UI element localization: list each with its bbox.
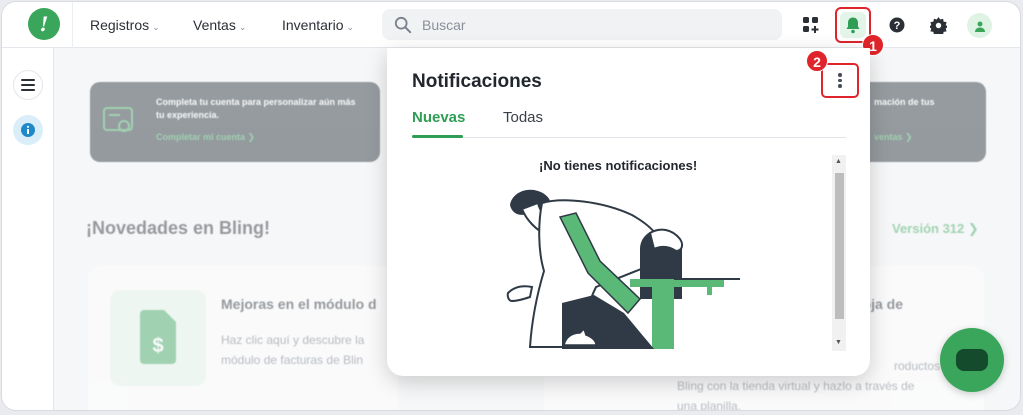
svg-text:$: $ [152,335,163,357]
info-icon [21,123,35,137]
version-link[interactable]: Versión 312 ❯ [892,221,979,237]
chat-icon [956,349,988,371]
bell-icon-bg [840,12,866,38]
scroll-thumb[interactable] [835,173,844,319]
news-card-desc: Bling con la tienda virtual y hazlo a tr… [677,379,915,393]
chevron-down-icon: ⌄ [152,22,160,32]
banner-link[interactable]: Completar mi cuenta ❯ [156,132,255,143]
profile-card-icon [103,107,133,132]
news-card-title: Mejoras en el módulo d [221,296,377,312]
step-badge-2: 2 [806,50,828,72]
user-avatar[interactable] [967,13,992,38]
banner-complete-account[interactable]: Completa tu cuenta para personalizar aún… [90,82,380,162]
top-bar: ! Registros⌄ Ventas⌄ Inventario⌄ 1 ? [2,2,1020,56]
info-button[interactable] [13,115,43,145]
banner-text: mación de tus [874,97,935,107]
user-icon [974,21,985,32]
news-card-invoices[interactable]: $ Mejoras en el módulo d Haz clic aquí y… [88,266,398,410]
nav-label: Registros [90,17,150,33]
nav-label: Inventario [282,17,344,33]
news-card-desc: módulo de facturas de Blin [221,353,364,367]
tab-todas[interactable]: Todas [503,109,543,126]
nav-inventario[interactable]: Inventario ⌄ [282,17,354,33]
banner-link[interactable]: ventas ❯ [874,132,913,143]
invoice-icon: $ [110,290,206,386]
chevron-down-icon: ⌄ [346,22,355,32]
news-card-desc: Haz clic aquí y descubre la [221,333,365,347]
panel-title: Notificaciones [412,71,542,92]
banner-text: Completa tu cuenta para personalizar aún… [156,97,356,120]
search-input[interactable] [422,13,762,36]
menu-button[interactable] [13,70,43,100]
tab-nuevas[interactable]: Nuevas [412,109,465,126]
nav-label: Ventas [193,17,236,33]
search-box[interactable] [382,9,782,40]
tabs-divider [412,137,846,138]
chat-button[interactable] [940,328,1004,392]
divider [72,2,73,48]
app-window: ! Registros⌄ Ventas⌄ Inventario⌄ 1 ? [2,2,1020,410]
empty-message: ¡No tienes notificaciones! [539,158,698,173]
left-rail [2,48,54,410]
scroll-up-arrow[interactable]: ▲ [835,158,842,165]
chevron-down-icon: ⌄ [238,22,247,32]
svg-text:?: ? [894,20,901,32]
more-options-button[interactable] [821,63,859,98]
kebab-dot [838,84,842,88]
empty-state-illustration [506,189,740,349]
kebab-dot [838,78,842,83]
scroll-down-arrow[interactable]: ▼ [835,339,842,346]
active-tab-indicator [412,135,463,138]
scrollbar[interactable]: ▲ ▼ [832,155,846,351]
kebab-dot [838,73,842,77]
nav-registros[interactable]: Registros ⌄ [90,17,160,33]
bling-logo[interactable]: ! [28,8,60,40]
help-icon[interactable]: ? [886,14,908,36]
apps-icon[interactable] [800,14,822,36]
section-title: ¡Novedades en Bling! [86,218,271,238]
nav-ventas[interactable]: Ventas ⌄ [193,17,246,33]
news-card-desc: una planilla. [677,399,742,410]
notifications-panel: Notificaciones Nuevas Todas ¡No tienes n… [387,48,870,376]
hamburger-icon [21,79,35,91]
bell-icon [846,17,860,34]
search-icon [394,16,412,34]
gear-icon[interactable] [927,14,949,36]
